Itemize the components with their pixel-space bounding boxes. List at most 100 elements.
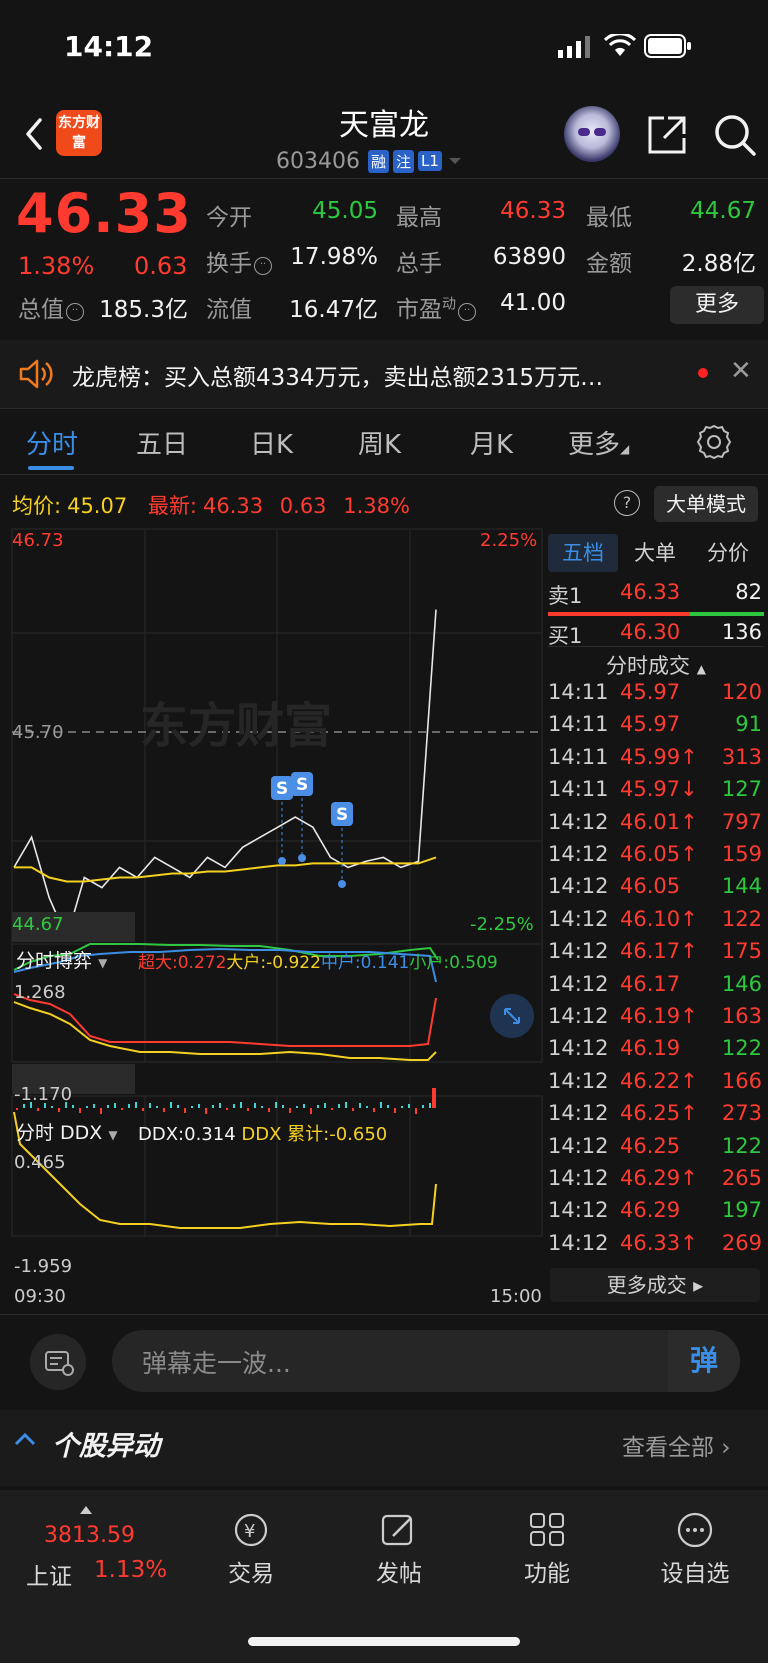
share-icon[interactable] [646,114,688,156]
gear-icon[interactable] [696,424,732,460]
index-name[interactable]: 上证 [26,1557,72,1591]
stock-code-row[interactable]: 603406 融 注 L1 [276,146,464,176]
index-value[interactable]: 3813.59 [44,1523,135,1548]
float-value: 16.47亿 [289,297,378,323]
ddx-bar [408,1104,410,1108]
x-end-label: 15:00 [490,1286,542,1307]
svg-text:S: S [296,775,308,795]
ddx-bar [37,1108,39,1111]
open-label: 今开 [206,205,252,231]
change-percent: 1.38% [18,252,95,280]
low-value: 44.67 [690,198,756,224]
turnover-label: 换手 ·· [206,244,272,278]
ddx-bar [170,1102,172,1108]
tab-intraday[interactable]: 分时 [26,424,78,461]
edit-icon [381,1514,413,1546]
watermark: 东方财富 [140,698,332,754]
nav-functions[interactable]: 功能 [492,1510,602,1588]
sub2-grid [11,1095,543,1237]
chevron-up-icon[interactable] [12,1426,38,1452]
tab-day-k[interactable]: 日K [250,424,293,461]
ddx-bar [345,1102,347,1108]
sub1-top-label: 1.268 [14,982,66,1003]
tab-price-dist[interactable]: 分价 [692,534,764,572]
trade-row: 14:12 46.17 146 [548,971,762,996]
svg-text:¥: ¥ [244,1521,255,1542]
intraday-chart[interactable]: 东方财富 S S S [0,524,548,1314]
comment-settings-icon[interactable] [30,1334,86,1390]
ddx-bar [142,1108,144,1111]
ddx-bar [58,1108,60,1112]
big-order-mode-button[interactable]: 大单模式 [654,486,758,522]
tab-week-k[interactable]: 周K [358,424,401,461]
ddx-bar [247,1108,249,1111]
tab-month-k[interactable]: 月K [470,424,513,461]
home-indicator [248,1637,520,1646]
tab-more[interactable]: 更多◢ [568,424,629,461]
sub1-title[interactable]: 分时博弈 ▼ [16,946,107,973]
x-start-label: 09:30 [14,1286,66,1307]
volume-label: 总手 [396,251,442,277]
ddx-bar [380,1102,382,1108]
ddx-bar [289,1108,291,1113]
ddx-bar [254,1103,256,1108]
turnover-value: 17.98% [290,244,378,270]
mktcap-label: 总值 ·· [18,290,84,324]
pe-value: 41.00 [500,290,566,316]
y-bot-label: 44.67 [12,914,64,935]
index-percent[interactable]: 1.13% [94,1557,167,1583]
trade-row: 14:12 46.19 122 [548,1036,762,1061]
sell1-row: 卖1 46.33 82 [548,580,762,608]
sub2-title[interactable]: 分时 DDX ▼ [16,1118,118,1145]
expand-icon[interactable] [490,994,534,1038]
ddx-bar [432,1088,436,1108]
current-price: 46.33 [16,182,192,245]
search-icon[interactable] [712,112,758,158]
tab-five-levels[interactable]: 五档 [548,534,618,572]
sell-bar [548,612,690,616]
pct-top-label: 2.25% [480,530,538,551]
pe-label: 市盈动 ·· [396,290,476,324]
ddx-bar [156,1106,158,1108]
close-icon[interactable]: ✕ [730,356,752,386]
tag-registered: 注 [393,149,415,173]
view-all-link[interactable]: 查看全部 › [622,1428,731,1462]
trades-title[interactable]: 分时成交 ▲ [548,650,764,680]
ddx-bar [149,1103,151,1108]
sub2-bot-label: -1.959 [14,1256,73,1277]
trade-row: 14:11 45.99↑ 313 [548,744,762,769]
nav-trade[interactable]: ¥ 交易 [196,1510,306,1588]
trade-row: 14:12 46.05 144 [548,874,762,899]
high-value: 46.33 [500,198,566,224]
amount-value: 2.88亿 [681,251,756,277]
ddx-bar [212,1105,214,1108]
ddx-bar [387,1105,389,1108]
ddx-bar [303,1104,305,1108]
signal-icon [558,36,590,58]
trade-row: 14:12 46.10↑ 122 [548,906,762,931]
more-trades-button[interactable]: 更多成交 ▸ [550,1268,760,1302]
ddx-bar [261,1106,263,1108]
ddx-bar [100,1108,102,1114]
tab-big-orders[interactable]: 大单 [620,534,690,572]
more-quote-button[interactable]: 更多 [670,286,764,324]
sell-marker-3[interactable]: S [331,802,353,888]
nav-watchlist[interactable]: 设自选 [640,1510,750,1588]
ddx-bar [121,1108,123,1110]
y-top-label: 46.73 [12,530,64,551]
nav-post[interactable]: 发帖 [344,1510,454,1588]
low-label: 最低 [586,205,632,231]
sub2-top-label: 0.465 [14,1152,66,1173]
tab-five-day[interactable]: 五日 [136,424,188,461]
danmu-button[interactable]: 弹 [668,1330,740,1392]
ddx-bar [331,1108,333,1110]
help-icon[interactable]: ? [614,490,640,516]
trade-row: 14:12 46.25 122 [548,1133,762,1158]
tag-level1: L1 [418,151,442,171]
ddx-bar [415,1108,417,1114]
battery-icon [644,34,691,58]
expand-up-icon[interactable] [80,1506,92,1514]
assistant-avatar[interactable] [564,106,620,162]
trade-row: 14:12 46.29↑ 265 [548,1166,762,1190]
grid-icon [530,1513,564,1546]
